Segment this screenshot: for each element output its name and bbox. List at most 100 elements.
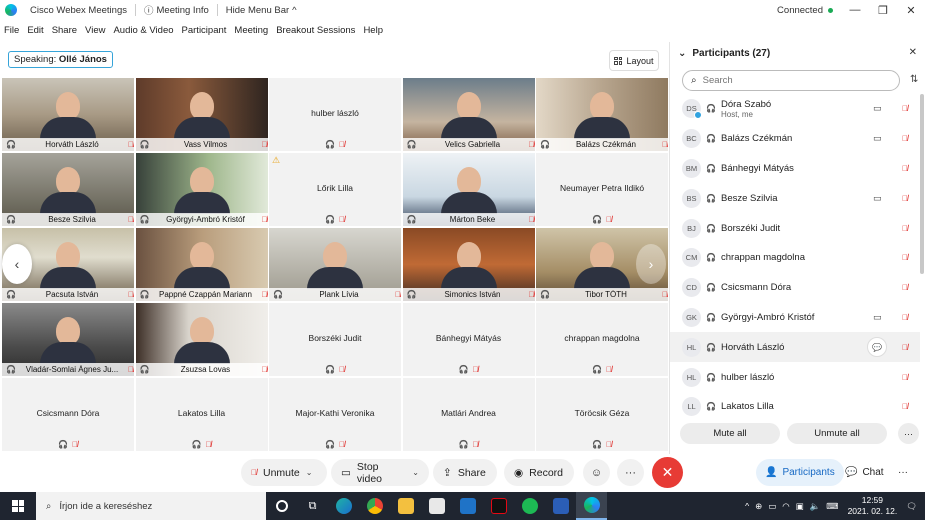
participant-row[interactable]: HL 🎧 Horváth László 💬 🎙̸ — [670, 332, 920, 363]
video-tile[interactable]: chrappan magdolna 🎧 🎙̸ — [536, 303, 668, 376]
video-tile[interactable]: 🎧 Balázs Czékmán 🎙̸ — [536, 78, 668, 151]
participant-row[interactable]: BC 🎧 Balázs Czékmán ▭ 🎙̸ — [670, 124, 920, 154]
chat-toggle-button[interactable]: 💬 Chat — [836, 459, 893, 486]
video-tile[interactable]: 🎧 Zsuzsa Lovas 🎙̸ — [135, 303, 268, 376]
menu-share[interactable]: Share — [48, 25, 81, 36]
display-icon[interactable]: ▣ — [796, 501, 804, 512]
menu-meeting[interactable]: Meeting — [230, 25, 272, 36]
muted-mic-icon[interactable]: 🎙̸ — [902, 164, 908, 173]
close-window-icon[interactable]: ✕ — [897, 4, 925, 17]
menu-participant[interactable]: Participant — [178, 25, 231, 36]
video-tile[interactable]: Major-Kathi Veronika 🎧 🎙̸ — [269, 378, 401, 451]
restore-icon[interactable]: ❐ — [869, 4, 897, 17]
muted-mic-icon[interactable]: 🎙̸ — [902, 194, 908, 203]
video-tile[interactable]: Töröcsik Géza 🎧 🎙̸ — [536, 378, 668, 451]
taskbar-search[interactable]: ⌕ Írjon ide a kereséshez — [36, 492, 266, 520]
menu-audio-video[interactable]: Audio & Video — [109, 25, 177, 36]
unmute-button[interactable]: 🎙̸ Unmute ⌄ — [241, 459, 327, 486]
participant-row[interactable]: CD 🎧 Csicsmann Dóra 🎙̸ — [670, 273, 920, 303]
meeting-info-button[interactable]: ⓘ Meeting Info — [136, 0, 217, 20]
video-tile[interactable]: Lőrik Lilla ⚠ 🎧 🎙̸ — [269, 153, 401, 226]
muted-mic-icon[interactable]: 🎙̸ — [902, 343, 908, 352]
store-icon[interactable] — [421, 492, 452, 520]
video-tile[interactable]: 🎧 Plank Lívia 🎙̸ — [269, 228, 401, 301]
muted-mic-icon[interactable]: 🎙̸ — [902, 104, 908, 113]
video-tile[interactable]: hulber lászló 🎧 🎙̸ — [269, 78, 401, 151]
video-tile[interactable]: Borszéki Judit 🎧 🎙̸ — [269, 303, 401, 376]
participant-row[interactable]: LL 🎧 Lakatos Lilla 🎙̸ — [670, 392, 920, 419]
next-page-arrow[interactable]: › — [636, 244, 666, 284]
cortana-icon[interactable] — [266, 492, 297, 520]
video-tile[interactable]: 🎧 Vladár-Somlai Ágnes Ju... 🎙̸ — [2, 303, 134, 376]
chrome-icon[interactable] — [359, 492, 390, 520]
panel-close-icon[interactable]: ✕ — [909, 47, 917, 58]
stop-video-button[interactable]: ▭ Stop video ⌄ — [331, 459, 429, 486]
video-tile[interactable]: Bánhegyi Mátyás 🎧 🎙̸ — [402, 303, 535, 376]
menu-breakout-sessions[interactable]: Breakout Sessions — [272, 25, 359, 36]
task-view-icon[interactable]: ⧉ — [297, 492, 328, 520]
record-button[interactable]: ◉ Record — [504, 459, 574, 486]
notifications-icon[interactable]: 🗨 — [906, 501, 917, 512]
video-tile[interactable]: Neumayer Petra Ildikó 🎧 🎙̸ — [536, 153, 668, 226]
sort-icon[interactable]: ⇅ — [910, 74, 918, 85]
video-tile[interactable]: Csicsmann Dóra 🎧 🎙̸ — [2, 378, 134, 451]
controls-more-icon[interactable]: ··· — [889, 459, 917, 486]
participant-row[interactable]: DS 🎧 Dóra Szabó Host, me ▭ 🎙̸ — [670, 94, 920, 124]
layout-button[interactable]: Layout — [609, 50, 659, 71]
video-tile[interactable]: 🎧 Velics Gabriella 🎙̸ — [402, 78, 535, 151]
previous-page-arrow[interactable]: ‹ — [2, 244, 32, 284]
word-icon[interactable] — [545, 492, 576, 520]
video-options-chevron-icon[interactable]: ⌄ — [412, 468, 419, 477]
participants-toggle-button[interactable]: 👤 Participants — [756, 459, 844, 486]
participant-row[interactable]: GK 🎧 Györgyi-Ambró Kristóf ▭ 🎙̸ — [670, 303, 920, 333]
netflix-icon[interactable] — [483, 492, 514, 520]
spotify-icon[interactable] — [514, 492, 545, 520]
panel-scrollbar[interactable] — [920, 94, 924, 274]
panel-more-icon[interactable]: ··· — [898, 423, 919, 444]
muted-mic-icon[interactable]: 🎙̸ — [902, 373, 908, 382]
share-button[interactable]: ⇪ Share — [433, 459, 497, 486]
end-meeting-icon[interactable]: ✕ — [652, 457, 683, 488]
minimize-icon[interactable]: — — [841, 4, 869, 16]
video-tile[interactable]: 🎧 Horváth László 🎙̸ — [2, 78, 134, 151]
video-tile[interactable]: 🎧 Besze Szilvia 🎙̸ — [2, 153, 134, 226]
video-tile[interactable]: 🎧 Györgyi-Ambró Kristóf 🎙̸ — [135, 153, 268, 226]
network-icon[interactable]: ◠ — [782, 501, 789, 512]
edge-icon[interactable] — [328, 492, 359, 520]
hide-menu-bar-button[interactable]: Hide Menu Bar ^ — [218, 0, 305, 20]
menu-view[interactable]: View — [81, 25, 109, 36]
participant-search-input[interactable] — [702, 75, 883, 86]
mail-icon[interactable] — [452, 492, 483, 520]
video-tile[interactable]: 🎧 Márton Beke 🎙̸ — [402, 153, 535, 226]
participant-row[interactable]: CM 🎧 chrappan magdolna 🎙̸ — [670, 243, 920, 273]
tray-chevron-up-icon[interactable]: ^ — [745, 501, 749, 511]
muted-mic-icon[interactable]: 🎙̸ — [902, 134, 908, 143]
collapse-chevron-icon[interactable]: ⌄ — [678, 48, 686, 59]
video-tile[interactable]: Matlári Andrea 🎧 🎙̸ — [402, 378, 535, 451]
unmute-all-button[interactable]: Unmute all — [787, 423, 887, 444]
video-tile[interactable]: Lakatos Lilla 🎧 🎙̸ — [135, 378, 268, 451]
participant-search[interactable]: ⌕ — [682, 70, 900, 91]
menu-file[interactable]: File — [0, 25, 23, 36]
participant-row[interactable]: HL 🎧 hulber lászló 🎙̸ — [670, 362, 920, 392]
muted-mic-icon[interactable]: 🎙̸ — [902, 224, 908, 233]
chat-bubble-icon[interactable]: 💬 — [867, 337, 887, 358]
participant-row[interactable]: BS 🎧 Besze Szilvia ▭ 🎙̸ — [670, 183, 920, 213]
muted-mic-icon[interactable]: 🎙̸ — [902, 402, 908, 411]
muted-mic-icon[interactable]: 🎙̸ — [902, 283, 908, 292]
more-options-icon[interactable]: ··· — [617, 459, 644, 486]
participant-row[interactable]: BM 🎧 Bánhegyi Mátyás 🎙̸ — [670, 154, 920, 184]
tray-app-icon[interactable]: ⊕ — [755, 501, 762, 512]
muted-mic-icon[interactable]: 🎙̸ — [902, 313, 908, 322]
battery-icon[interactable]: ▭ — [768, 501, 776, 512]
windows-start-icon[interactable] — [12, 500, 24, 512]
menu-help[interactable]: Help — [359, 25, 387, 36]
video-tile[interactable]: 🎧 Simonics István 🎙̸ — [402, 228, 535, 301]
video-tile[interactable]: 🎧 Pappné Czappán Mariann 🎙̸ — [135, 228, 268, 301]
video-tile[interactable]: 🎧 Vass Vilmos 🎙̸ — [135, 78, 268, 151]
muted-mic-icon[interactable]: 🎙̸ — [902, 253, 908, 262]
webex-taskbar-icon[interactable] — [576, 492, 607, 520]
unmute-options-chevron-icon[interactable]: ⌄ — [306, 468, 313, 477]
file-explorer-icon[interactable] — [390, 492, 421, 520]
menu-edit[interactable]: Edit — [23, 25, 47, 36]
